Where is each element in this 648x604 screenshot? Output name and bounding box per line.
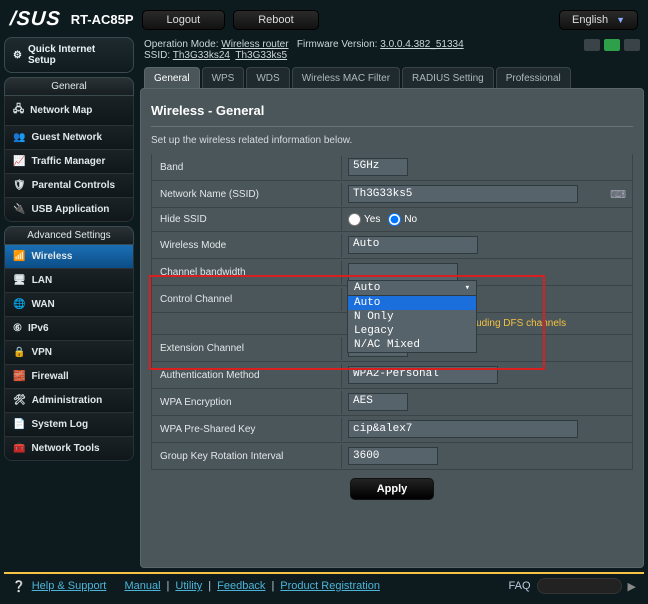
fw-link[interactable]: 3.0.0.4.382_51334 <box>380 39 463 50</box>
status-icon-2[interactable] <box>604 39 620 51</box>
wireless-mode-dropdown[interactable]: Auto▾ Auto N Only Legacy N/AC Mixed <box>347 280 477 353</box>
tab-general[interactable]: General <box>144 67 200 89</box>
fw-label: Firmware Version: <box>297 39 378 50</box>
control-channel-label: Control Channel <box>152 288 342 311</box>
map-icon: 🖧 <box>13 102 24 119</box>
hide-ssid-no[interactable]: No <box>388 213 417 226</box>
guest-icon: 👥 <box>13 132 25 143</box>
tab-wps[interactable]: WPS <box>202 67 245 89</box>
chevron-down-icon: ▾ <box>465 283 470 293</box>
utility-link[interactable]: Utility <box>175 580 202 592</box>
page-title: Wireless - General <box>151 99 633 127</box>
brand-logo: /SUS <box>9 8 62 31</box>
go-icon[interactable]: ▶ <box>628 580 636 593</box>
sidebar-item-traffic-manager[interactable]: 📈Traffic Manager <box>5 149 133 173</box>
gauge-icon: 📈 <box>13 156 25 167</box>
mode-option-nac-mixed[interactable]: N/AC Mixed <box>348 338 476 352</box>
sidebar-item-network-map[interactable]: 🖧Network Map <box>5 96 133 125</box>
globe-icon: 🌐 <box>13 299 25 310</box>
faq-search[interactable] <box>537 578 622 594</box>
wpa-encryption-select[interactable]: AES <box>348 393 408 411</box>
opmode-link[interactable]: Wireless router <box>221 39 288 50</box>
hide-ssid-label: Hide SSID <box>152 208 342 231</box>
feedback-link[interactable]: Feedback <box>217 580 265 592</box>
manual-link[interactable]: Manual <box>124 580 160 592</box>
sidebar-item-system-log[interactable]: 📄System Log <box>5 412 133 436</box>
wizard-icon: ⚙ <box>13 50 22 61</box>
quick-label: Quick Internet Setup <box>28 44 125 66</box>
apply-button[interactable]: Apply <box>350 478 435 500</box>
tab-radius[interactable]: RADIUS Setting <box>402 67 494 89</box>
model-label: RT-AC85P <box>71 12 134 27</box>
help-icon: ❔ <box>12 580 26 593</box>
help-support-link[interactable]: Help & Support <box>32 580 107 592</box>
chevron-down-icon: ▼ <box>616 15 625 25</box>
reboot-button[interactable]: Reboot <box>233 10 318 30</box>
sidebar-item-ipv6[interactable]: ⑥IPv6 <box>5 316 133 340</box>
ssid-input[interactable] <box>348 185 578 203</box>
logout-button[interactable]: Logout <box>142 10 226 30</box>
channel-bandwidth-select[interactable] <box>348 263 458 281</box>
wireless-mode-select[interactable]: Auto <box>348 236 478 254</box>
mode-option-n-only[interactable]: N Only <box>348 310 476 324</box>
extension-channel-label: Extension Channel <box>152 337 342 360</box>
sidebar-item-wan[interactable]: 🌐WAN <box>5 292 133 316</box>
opmode-label: Operation Mode: <box>144 39 219 50</box>
vpn-icon: 🔒 <box>13 347 25 358</box>
sidebar-item-network-tools[interactable]: 🧰Network Tools <box>5 436 133 460</box>
log-icon: 📄 <box>13 419 25 430</box>
auth-method-select[interactable]: WPA2-Personal <box>348 366 498 384</box>
page-subtitle: Set up the wireless related information … <box>151 127 633 154</box>
channel-bandwidth-label: Channel bandwidth <box>152 261 342 284</box>
keyboard-icon[interactable]: ⌨ <box>610 188 626 201</box>
band-select[interactable]: 5GHz <box>348 158 408 176</box>
group-key-label: Group Key Rotation Interval <box>152 445 342 468</box>
nav-heading-advanced: Advanced Settings <box>4 226 134 245</box>
tab-mac-filter[interactable]: Wireless MAC Filter <box>292 67 400 89</box>
faq-label: FAQ <box>509 580 531 592</box>
language-label: English <box>572 14 608 26</box>
sidebar-item-firewall[interactable]: 🧱Firewall <box>5 364 133 388</box>
status-icon-1[interactable] <box>584 39 600 51</box>
hide-ssid-yes[interactable]: Yes <box>348 213 380 226</box>
sidebar-item-usb-application[interactable]: 🔌USB Application <box>5 197 133 221</box>
sidebar-item-guest-network[interactable]: 👥Guest Network <box>5 125 133 149</box>
ssid1-link[interactable]: Th3G33ks24 <box>173 50 230 61</box>
group-key-input[interactable] <box>348 447 438 465</box>
usb-icon: 🔌 <box>13 204 25 215</box>
band-label: Band <box>152 156 342 179</box>
auth-method-label: Authentication Method <box>152 364 342 387</box>
mode-option-auto[interactable]: Auto <box>348 296 476 310</box>
wifi-icon: 📶 <box>13 251 25 262</box>
firewall-icon: 🧱 <box>13 371 25 382</box>
mode-option-legacy[interactable]: Legacy <box>348 324 476 338</box>
wpa-psk-label: WPA Pre-Shared Key <box>152 418 342 441</box>
sidebar-item-administration[interactable]: 🛠Administration <box>5 388 133 412</box>
wpa-encryption-label: WPA Encryption <box>152 391 342 414</box>
sidebar-item-parental-controls[interactable]: 🛡Parental Controls <box>5 173 133 197</box>
sidebar-item-lan[interactable]: 🖥LAN <box>5 268 133 292</box>
wireless-mode-label: Wireless Mode <box>152 234 342 257</box>
language-select[interactable]: English ▼ <box>559 10 638 30</box>
status-icon-3[interactable] <box>624 39 640 51</box>
nav-heading-general: General <box>4 77 134 96</box>
tab-wds[interactable]: WDS <box>246 67 289 89</box>
sidebar-item-wireless[interactable]: 📶Wireless <box>5 245 133 268</box>
meta-ssid-label: SSID: <box>144 50 170 61</box>
ssid2-link[interactable]: Th3G33ks5 <box>235 50 287 61</box>
tab-professional[interactable]: Professional <box>496 67 571 89</box>
quick-internet-setup[interactable]: ⚙ Quick Internet Setup <box>4 37 134 73</box>
ipv6-icon: ⑥ <box>13 323 22 334</box>
ssid-label: Network Name (SSID) <box>152 183 342 206</box>
wpa-psk-input[interactable] <box>348 420 578 438</box>
sidebar-item-vpn[interactable]: 🔒VPN <box>5 340 133 364</box>
tools-icon: 🧰 <box>13 443 25 454</box>
lan-icon: 🖥 <box>13 275 26 286</box>
admin-icon: 🛠 <box>13 395 26 406</box>
product-registration-link[interactable]: Product Registration <box>280 580 380 592</box>
shield-icon: 🛡 <box>13 180 26 191</box>
